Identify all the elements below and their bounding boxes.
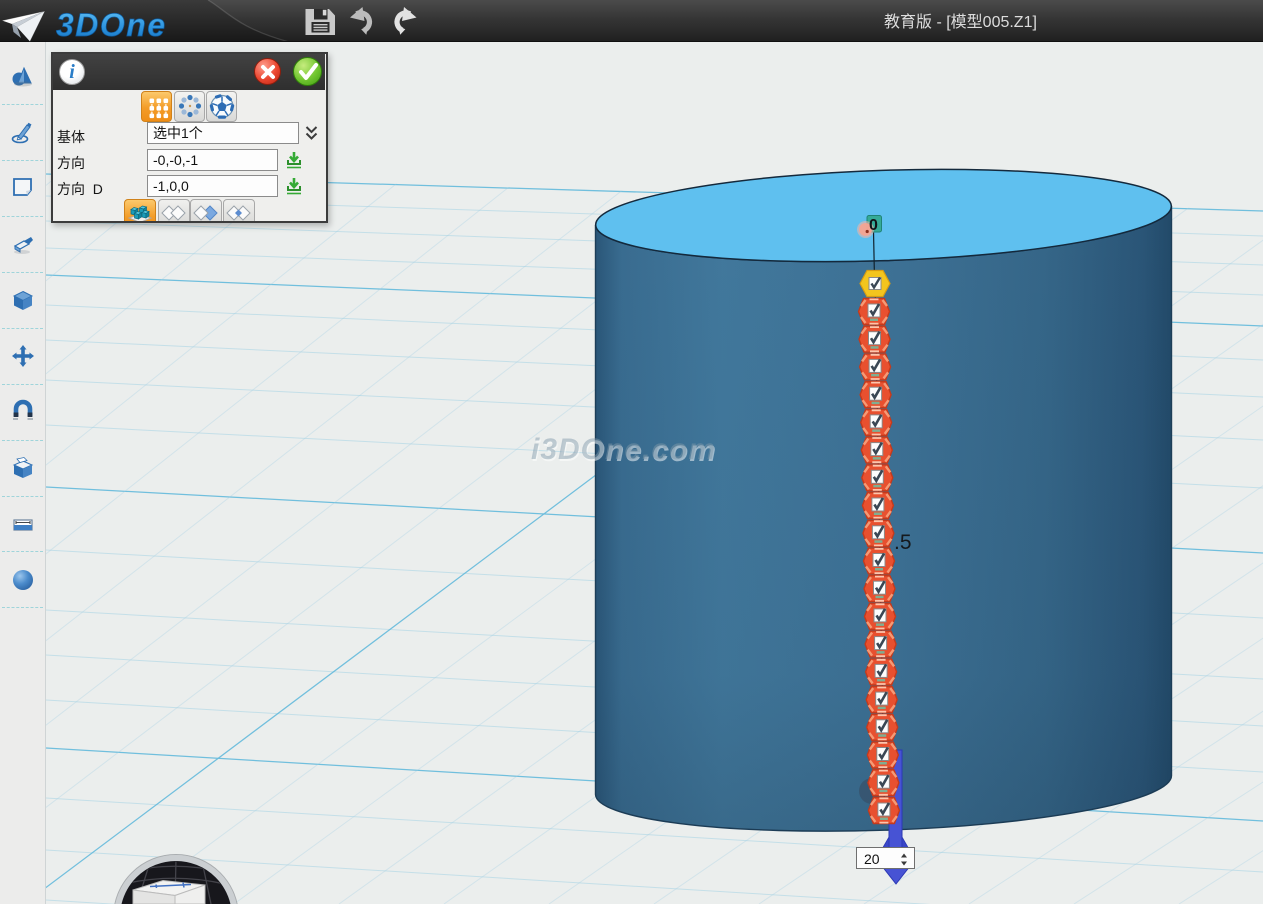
svg-text:3DOne: 3DOne [56,7,167,42]
svg-text:i3DOne.com: i3DOne.com [531,433,716,466]
svg-text:教育版 - [模型005.Z1]: 教育版 - [模型005.Z1] [884,13,1037,31]
svg-text:.5: .5 [894,531,912,554]
svg-text:0: 0 [869,217,878,234]
